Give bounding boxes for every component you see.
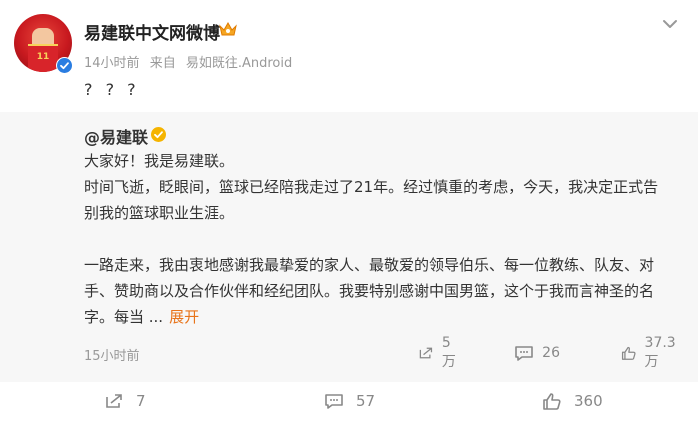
repost-line: 大家好！我是易建联。 [84, 152, 235, 170]
post-source-prefix: 来自 [149, 56, 176, 71]
repost-line: 字。每当 ... [84, 308, 164, 326]
post-content: ? ? ? [84, 80, 140, 99]
repost-last-line: 字。每当 ... 展开 [84, 304, 689, 330]
comment-icon [515, 346, 533, 361]
post-action-bar: 7 57 360 [0, 382, 698, 422]
post-meta: 14小时前 来自 易如既往.Android [84, 52, 298, 71]
comment-button[interactable]: 57 [324, 392, 375, 410]
share-count: 7 [136, 392, 146, 410]
verified-gold-icon [150, 126, 167, 143]
crown-icon [218, 20, 238, 38]
post-source[interactable]: 易如既往.Android [186, 56, 292, 71]
repost-text: 大家好！我是易建联。 时间飞逝，眨眼间，篮球已经陪我走过了21年。经过慎重的考虑… [84, 148, 689, 330]
comment-icon [325, 394, 343, 409]
share-icon [419, 347, 433, 359]
repost-comment-button[interactable]: 26 [514, 342, 560, 364]
share-button[interactable]: 7 [104, 392, 146, 410]
repost-line: 时间飞逝，眨眼间，篮球已经陪我走过了21年。经过慎重的考虑，今天，我决定正式告 [84, 178, 659, 196]
verified-blue-icon [56, 57, 73, 74]
repost-line: 一路走来，我由衷地感谢我最挚爱的家人、最敬爱的领导伯乐、每一位教练、队友、对 [84, 256, 655, 274]
author-name[interactable]: 易建联中文网微博 [84, 19, 220, 44]
post-header: 11 易建联中文网微博 14小时前 来自 易如既往.Android [0, 0, 698, 90]
repost-share-button[interactable]: 5万 [418, 335, 460, 370]
reposted-card[interactable]: @易建联 大家好！我是易建联。 时间飞逝，眨眼间，篮球已经陪我走过了21年。经过… [0, 112, 698, 382]
repost-author[interactable]: @易建联 [84, 124, 148, 148]
repost-comment-count: 26 [542, 345, 560, 361]
chevron-down-icon[interactable] [660, 16, 680, 30]
post-time: 14小时前 [84, 56, 140, 71]
repost-like-button[interactable]: 37.3万 [621, 335, 680, 370]
repost-line: 手、赞助商以及合作伙伴和经纪团队。我要特别感谢中国男篮，这个于我而言神圣的名 [84, 282, 655, 300]
repost-share-count: 5万 [441, 335, 456, 370]
repost-like-count: 37.3万 [644, 335, 676, 370]
repost-line: 别我的篮球职业生涯。 [84, 204, 235, 222]
like-button[interactable]: 360 [542, 392, 603, 410]
share-icon [106, 394, 122, 408]
comment-count: 57 [356, 392, 376, 410]
expand-link[interactable]: 展开 [169, 308, 199, 326]
thumbs-up-icon [543, 393, 561, 410]
like-count: 360 [574, 392, 603, 410]
avatar-jersey-number: 11 [36, 52, 50, 62]
repost-time: 15小时前 [84, 349, 140, 364]
thumbs-up-icon [621, 346, 636, 360]
